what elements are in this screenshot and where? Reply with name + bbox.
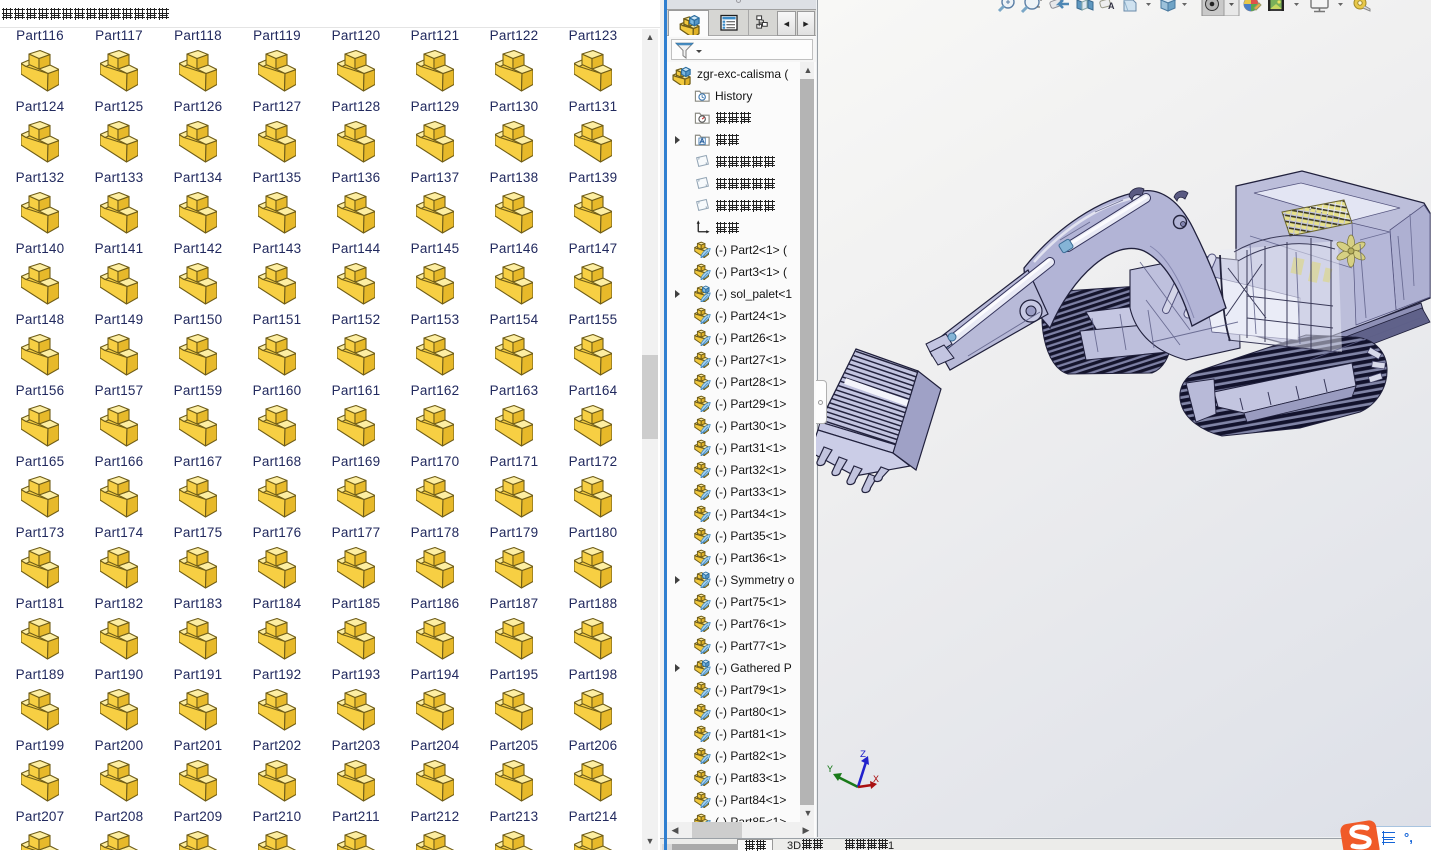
svg-text:Y: Y: [827, 765, 833, 776]
svg-text:X: X: [873, 775, 879, 786]
svg-text:A: A: [1108, 1, 1115, 11]
svg-text:Z: Z: [860, 750, 866, 761]
